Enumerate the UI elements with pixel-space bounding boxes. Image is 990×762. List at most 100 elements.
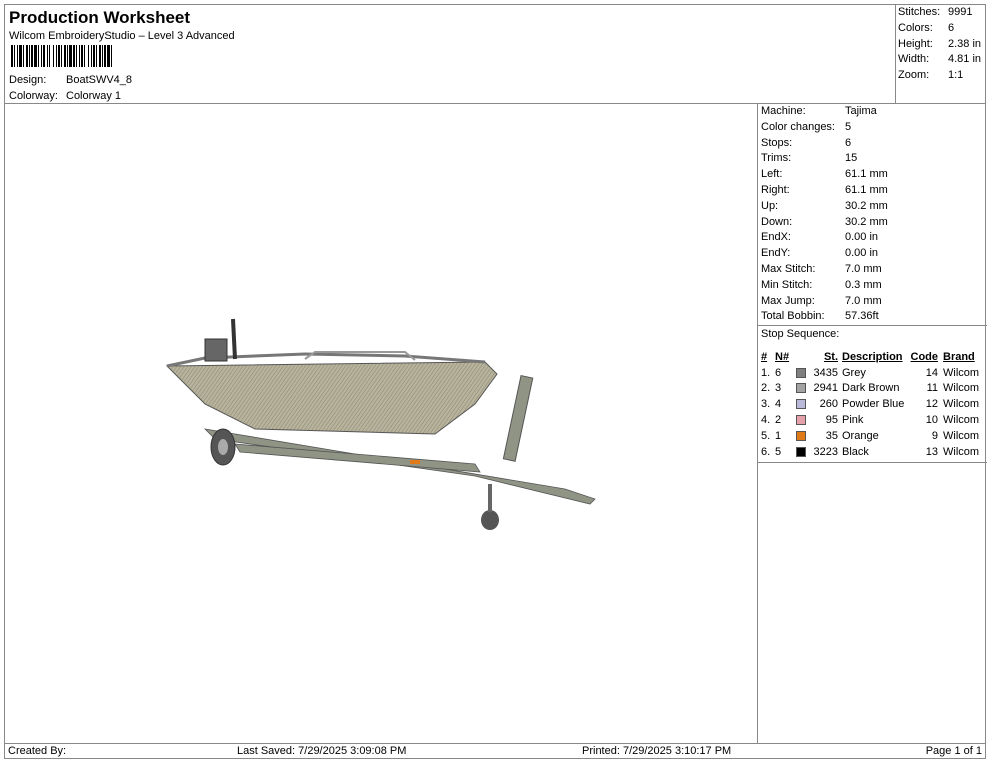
col-description: Description [842, 350, 903, 363]
stitch-count: 3223 [813, 445, 838, 458]
stop-number: 4. [761, 414, 771, 427]
machine-value: 0.3 mm [845, 278, 882, 291]
last-saved: Last Saved: 7/29/2025 3:09:08 PM [237, 745, 407, 757]
software-name: Wilcom EmbroideryStudio – Level 3 Advanc… [9, 30, 235, 42]
stats-panel: Stitches: 9991 Colors: 6 Height: 2.38 in Width… [895, 4, 986, 104]
machine-label: Max Stitch: [761, 263, 816, 275]
machine-value: 30.2 mm [845, 199, 888, 212]
color-swatch [796, 430, 806, 441]
thread-brand: Wilcom [943, 429, 980, 442]
machine-value: Tajima [845, 105, 877, 117]
machine-label: Left: [761, 168, 783, 181]
table-row: 5. 1 35 Orange 9 Wilcom [758, 428, 987, 444]
machine-label: Color changes: [761, 120, 835, 133]
boat [165, 318, 498, 435]
thread-code: 14 [925, 366, 938, 379]
machine-value: 30.2 mm [845, 215, 888, 228]
col-needle: N# [775, 350, 790, 363]
stat-value: 6 [948, 21, 955, 34]
thread-description: Powder Blue [842, 398, 905, 411]
stat-value: 4.81 in [948, 53, 982, 66]
needle-number: 2 [775, 414, 782, 427]
thread-code: 9 [931, 429, 938, 442]
needle-number: 6 [775, 366, 782, 379]
design-preview [4, 103, 758, 744]
machine-value: 15 [845, 152, 858, 165]
stop-number: 2. [761, 382, 771, 395]
stitch-count: 95 [825, 414, 838, 427]
machine-label: Trims: [761, 152, 792, 165]
stitch-count: 2941 [813, 382, 838, 395]
stop-number: 1. [761, 366, 771, 379]
table-row: 2. 3 2941 Dark Brown 11 Wilcom [758, 381, 987, 397]
worksheet-header: Production Worksheet Wilcom EmbroiderySt… [4, 4, 896, 104]
stat-value: 1:1 [948, 69, 964, 82]
stat-value: 9991 [948, 6, 973, 18]
needle-number: 4 [775, 398, 782, 411]
barcode [11, 45, 163, 67]
machine-label: EndY: [761, 247, 791, 260]
machine-value: 61.1 mm [845, 168, 888, 181]
machine-row: Right: 61.1 mm [761, 184, 888, 196]
thread-code: 13 [925, 445, 938, 458]
thread-description: Black [842, 445, 869, 458]
stop-sequence-table: # N# St. Description Code Brand 1. 6 3435 G… [758, 349, 987, 463]
colorway-label: Colorway: [9, 90, 58, 102]
machine-value: 5 [845, 120, 852, 133]
color-swatch [796, 383, 806, 394]
machine-row: Machine: Tajima [761, 105, 877, 117]
design-row: Design: BoatSWV4_8 [9, 74, 132, 86]
machine-row: Color changes: 5 [761, 121, 851, 133]
color-swatch [796, 446, 806, 457]
color-swatch [796, 415, 806, 426]
stitch-count: 260 [819, 398, 838, 411]
page-title: Production Worksheet [9, 8, 191, 27]
machine-row: EndX: 0.00 in [761, 231, 878, 243]
machine-value: 57.36ft [845, 310, 879, 323]
machine-row: Up: 30.2 mm [761, 200, 888, 212]
table-row: 3. 4 260 Powder Blue 12 Wilcom [758, 396, 987, 412]
machine-value: 61.1 mm [845, 184, 888, 196]
machine-label: Max Jump: [761, 294, 815, 307]
machine-value: 7.0 mm [845, 263, 882, 275]
stat-label: Height: [898, 37, 933, 50]
thread-code: 11 [926, 382, 938, 395]
page-number: Page 1 of 1 [925, 745, 982, 757]
stop-number: 6. [761, 445, 771, 458]
machine-label: Right: [761, 184, 790, 196]
colorway-name: Colorway 1 [66, 90, 122, 102]
machine-value: 6 [845, 136, 852, 149]
thread-brand: Wilcom [943, 366, 980, 379]
col-stitches: St. [823, 350, 838, 363]
stop-sequence-label: Stop Sequence: [761, 328, 840, 340]
footer: Created By: Last Saved: 7/29/2025 3:09:0… [4, 743, 986, 759]
thread-code: 10 [925, 414, 938, 427]
stat-row: Zoom: 1:1 [898, 69, 963, 81]
col-num: # [761, 350, 768, 363]
machine-row: EndY: 0.00 in [761, 247, 878, 259]
stat-row: Width: 4.81 in [898, 53, 981, 65]
machine-value: 0.00 in [845, 231, 879, 244]
machine-row: Trims: 15 [761, 152, 857, 164]
stat-row: Stitches: 9991 [898, 6, 972, 18]
stat-label: Zoom: [898, 69, 930, 82]
thread-brand: Wilcom [943, 445, 980, 458]
machine-row: Max Stitch: 7.0 mm [761, 263, 882, 275]
thread-brand: Wilcom [943, 398, 980, 411]
machine-row: Total Bobbin: 57.36ft [761, 310, 879, 322]
needle-number: 5 [775, 445, 782, 458]
machine-row: Min Stitch: 0.3 mm [761, 279, 882, 291]
stat-label: Stitches: [898, 6, 941, 18]
machine-label: Stops: [761, 136, 793, 149]
stat-value: 2.38 in [948, 37, 982, 50]
col-brand: Brand [943, 350, 975, 363]
boat-trailer-embroidery-image [165, 318, 596, 530]
color-swatch [796, 367, 806, 378]
stitch-count: 35 [825, 429, 838, 442]
design-name: BoatSWV4_8 [66, 74, 133, 86]
thread-description: Orange [842, 429, 879, 442]
thread-brand: Wilcom [943, 382, 980, 395]
machine-label: Machine: [761, 105, 806, 117]
machine-label: Min Stitch: [761, 278, 813, 291]
machine-label: Total Bobbin: [761, 310, 825, 323]
